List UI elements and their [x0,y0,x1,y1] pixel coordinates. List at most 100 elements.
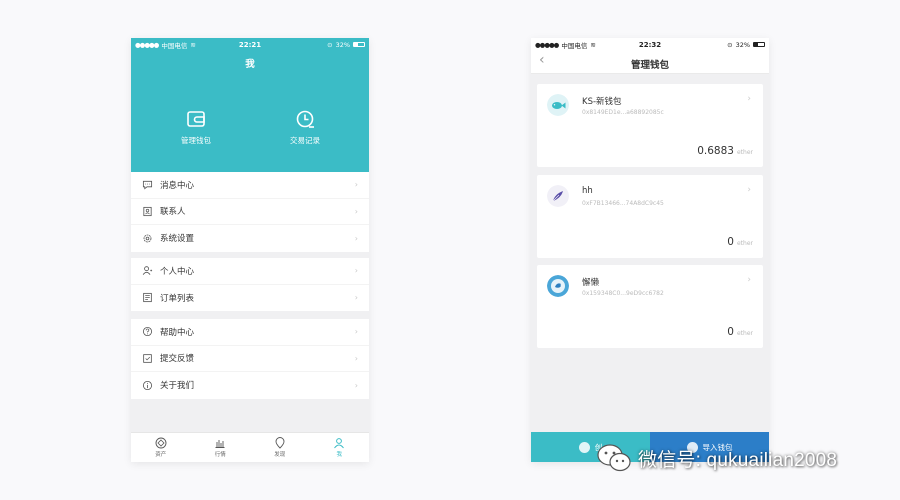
wallet-icon [187,111,205,127]
tab-market[interactable]: 行情 [191,433,251,462]
menu-label: 系统设置 [160,234,195,245]
menu-item-personal-center[interactable]: 个人中心 › [131,258,369,285]
bird-avatar-icon [547,275,569,297]
clock-icon [296,110,314,128]
menu-label: 消息中心 [160,180,195,191]
feedback-icon [143,353,152,363]
balance-value: 0 [727,326,734,338]
balance-unit: ether [736,330,753,337]
wallet-address: 0x8149ED1e...a68892085c [582,109,664,116]
wallet-address: 0xF7B13466...74A8dC9c45 [582,200,664,207]
balance-value: 0.6883 [697,145,734,157]
status-time: 22:21 [238,40,262,49]
market-icon [215,440,225,448]
wechat-watermark: 微信号: qukuailian2008 [596,440,837,476]
battery-icon [753,42,766,47]
alarm-icon: ⊙ [727,40,733,49]
wallet-card[interactable]: hh 0xF7B13466...74A8dC9c45 › 0 ether [537,175,763,258]
menu-group: 帮助中心 › 提交反馈 › 关于我们 › [131,319,369,399]
manage-wallet-label: 管理钱包 [181,136,211,145]
menu-group: 个人中心 › 订单列表 › [131,258,369,311]
chevron-right-icon: › [354,206,358,216]
balance-unit: ether [736,149,753,156]
status-bar: ●●●●● 中国电信 ≋ 22:21 ⊙ 32% [131,38,369,51]
menu-item-messages[interactable]: 消息中心 › [131,172,369,199]
message-icon [142,181,153,190]
battery-icon [353,42,366,47]
chevron-right-icon: › [747,275,751,285]
battery-percent: 32% [335,40,351,49]
menu-group: 消息中心 › 联系人 › 系统设置 › [131,172,369,252]
chevron-right-icon: › [354,180,358,190]
manage-wallet-button[interactable]: 管理钱包 [161,108,231,146]
page-title: 我 [245,59,255,70]
signal-icon: ●●●●● [135,40,159,49]
transaction-record-label: 交易记录 [290,136,320,145]
tab-label: 资产 [155,452,167,458]
balance-value: 0 [727,236,734,248]
menu-item-order-list[interactable]: 订单列表 › [131,285,369,312]
transaction-record-button[interactable]: 交易记录 [270,108,340,146]
tab-assets[interactable]: 资产 [131,433,191,462]
menu-label: 联系人 [160,207,186,218]
manage-wallet-screen: ●●●●● 中国电信 ≋ 22:32 ⊙ 32% ‹ 管理钱包 KS-新钱包 0x81… [531,38,769,462]
create-icon [578,441,590,453]
tab-profile[interactable]: 我 [310,433,370,462]
watermark-text: 微信号: qukuailian2008 [638,449,838,471]
tab-label: 行情 [214,452,226,458]
wifi-icon: ≋ [190,40,196,49]
chevron-right-icon: › [354,327,358,337]
carrier-label: 中国电信 [161,41,188,50]
wallet-balance: 0.6883 ether [697,145,753,157]
feather-avatar-icon [547,185,569,207]
balance-unit: ether [736,240,753,247]
menu-label: 提交反馈 [160,354,195,365]
person-icon [142,266,153,276]
wallet-address: 0x159348C0...9eD9cc6782 [582,290,664,297]
battery-percent: 32% [735,40,751,49]
menu-label: 个人中心 [160,266,195,277]
profile-header: ●●●●● 中国电信 ≋ 22:21 ⊙ 32% 我 管理钱包 交易记录 [131,38,369,172]
chevron-right-icon: › [354,266,358,276]
wallet-name: hh [582,186,593,196]
tab-bar: 资产 行情 发现 我 [131,432,369,462]
wallet-card[interactable]: KS-新钱包 0x8149ED1e...a68892085c › 0.6883 … [537,84,763,167]
list-icon [143,293,152,303]
chevron-right-icon: › [354,293,358,303]
chevron-right-icon: › [354,353,358,363]
carrier-label: 中国电信 [561,41,588,50]
wallet-balance: 0 ether [727,236,753,248]
nav-bar: ●●●●● 中国电信 ≋ 22:32 ⊙ 32% ‹ 管理钱包 [531,38,769,74]
menu-item-about-us[interactable]: 关于我们 › [131,372,369,399]
info-icon [142,380,153,390]
discover-icon [275,437,285,449]
page-title: 管理钱包 [630,60,669,71]
alarm-icon: ⊙ [327,40,333,49]
tab-discover[interactable]: 发现 [250,433,310,462]
wallet-balance: 0 ether [727,326,753,338]
tab-label: 发现 [274,452,286,458]
help-icon [142,327,153,337]
wallet-card[interactable]: 懈懒 0x159348C0...9eD9cc6782 › 0 ether [537,265,763,348]
menu-item-contacts[interactable]: 联系人 › [131,199,369,225]
menu-label: 帮助中心 [160,327,195,338]
chevron-right-icon: › [747,94,751,104]
status-bar: ●●●●● 中国电信 ≋ 22:32 ⊙ 32% [531,38,769,51]
assets-icon [155,437,167,449]
wallet-name: KS-新钱包 [582,97,622,107]
tab-label: 我 [336,452,342,458]
menu-item-help-center[interactable]: 帮助中心 › [131,319,369,346]
chevron-right-icon: › [354,233,358,243]
status-time: 22:32 [638,40,662,49]
wallet-name: 懈懒 [582,278,600,288]
menu-item-settings[interactable]: 系统设置 › [131,225,369,252]
profile-icon [334,438,345,449]
menu-label: 关于我们 [160,381,195,392]
wifi-icon: ≋ [590,40,596,49]
wechat-icon [597,444,631,472]
profile-screen: ●●●●● 中国电信 ≋ 22:21 ⊙ 32% 我 管理钱包 交易记录 消息中心 › [131,38,369,462]
menu-item-feedback[interactable]: 提交反馈 › [131,346,369,372]
signal-icon: ●●●●● [535,40,559,49]
contacts-icon [143,206,152,216]
fish-avatar-icon [547,94,569,116]
